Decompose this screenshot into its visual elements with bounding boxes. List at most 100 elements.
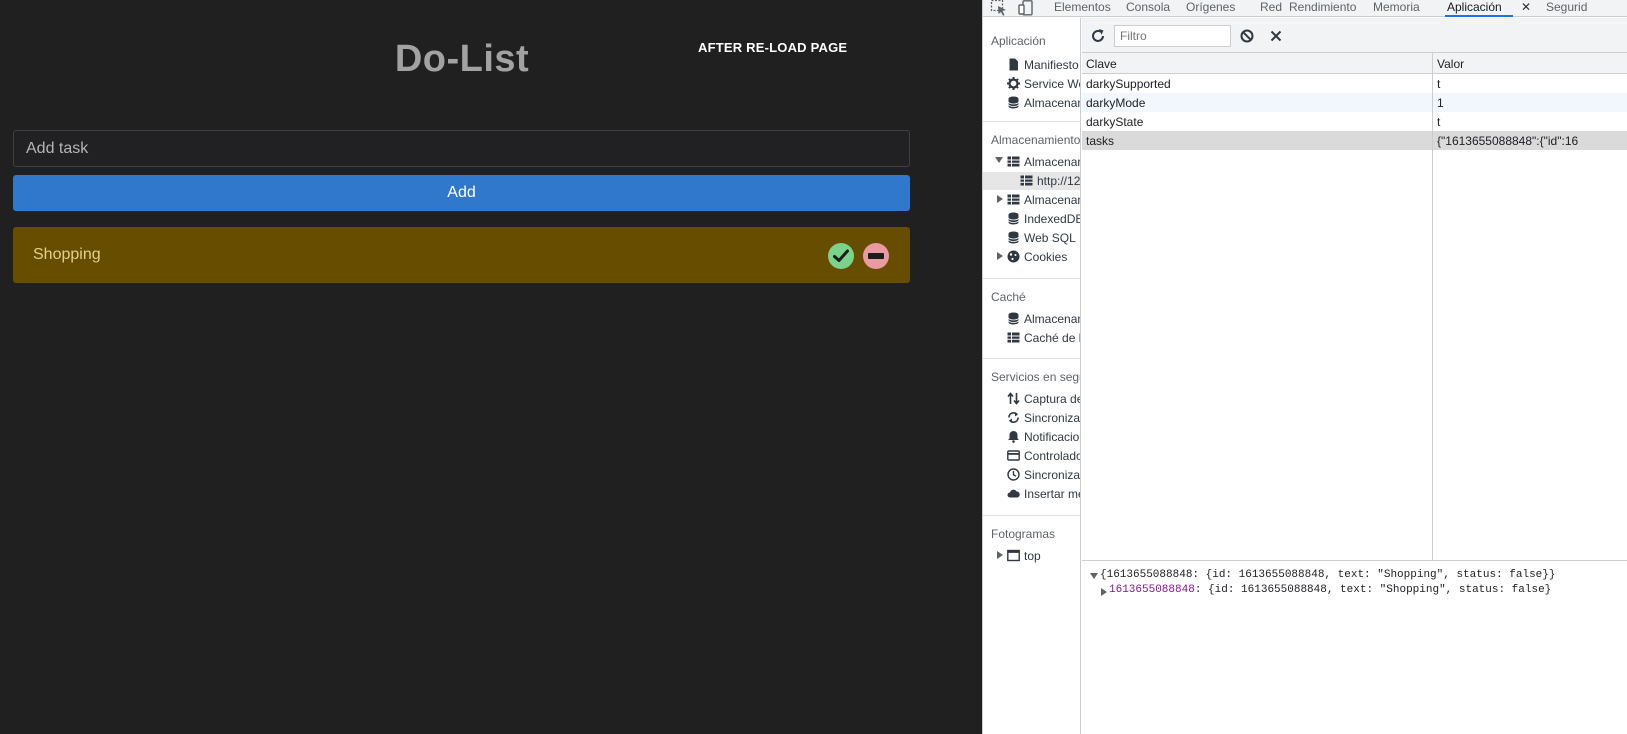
sidebar-item-frame-top[interactable]: top (983, 547, 1080, 565)
section-aplicacion: Aplicación (991, 34, 1046, 48)
add-task-button[interactable]: Add (13, 175, 910, 211)
tab-rendimiento[interactable]: Rendimiento (1289, 0, 1356, 15)
sidebar-divider (983, 278, 1080, 279)
database-icon (1008, 312, 1019, 325)
devtools-panel: Elementos Consola Orígenes Red Rendimien… (982, 0, 1627, 734)
device-toolbar-icon[interactable] (1018, 0, 1036, 16)
column-divider[interactable] (1432, 53, 1433, 561)
clock-icon (1007, 468, 1020, 481)
sidebar-item-periodic-sync[interactable]: Sincronizac (983, 466, 1080, 484)
tab-seguridad[interactable]: Segurid (1546, 0, 1587, 15)
refresh-icon[interactable] (1090, 28, 1106, 44)
expanded-arrow-icon[interactable] (995, 157, 1003, 163)
delete-selected-icon[interactable] (1268, 28, 1284, 44)
value-preview: {1613655088848: {id: 1613655088848, text… (1082, 561, 1627, 734)
cell-value: {"1613655088848":{"id":16 (1437, 134, 1579, 148)
section-almacenamiento: Almacenamiento (991, 133, 1081, 147)
collapsed-arrow-icon[interactable] (997, 195, 1003, 203)
collapsed-arrow-icon[interactable] (1101, 588, 1107, 596)
sidebar-item-payment-handler[interactable]: Controlado (983, 447, 1080, 465)
table-row[interactable]: darkyMode 1 (1082, 93, 1627, 112)
preview-root-line[interactable]: {1613655088848: {id: 1613655088848, text… (1090, 569, 1555, 581)
sidebar-item-app-cache[interactable]: Caché de la (983, 329, 1080, 347)
sidebar-divider (983, 515, 1080, 516)
cell-key: darkyState (1086, 115, 1144, 129)
preview-root-text: {1613655088848: {id: 1613655088848, text… (1100, 569, 1556, 581)
section-frames: Fotogramas (991, 527, 1056, 541)
tab-aplicacion[interactable]: Aplicación (1447, 0, 1502, 15)
sidebar-item-origin[interactable]: http://12 (983, 172, 1080, 190)
todo-app: Do-List AFTER RE-LOAD PAGE Add Shopping (0, 0, 982, 734)
expanded-arrow-icon[interactable] (1090, 573, 1098, 579)
clear-all-icon[interactable] (1239, 28, 1255, 44)
sidebar-item-notifications[interactable]: Notificacio (983, 428, 1080, 446)
inspect-element-icon[interactable] (990, 0, 1008, 16)
reload-note: AFTER RE-LOAD PAGE (698, 40, 848, 55)
sidebar-item-service-workers[interactable]: Service Wo (983, 75, 1080, 93)
section-cache: Caché (991, 290, 1026, 304)
tab-memoria[interactable]: Memoria (1373, 0, 1420, 15)
table-row[interactable]: darkyState t (1082, 112, 1627, 131)
table-grid-icon (1020, 175, 1033, 186)
sidebar-divider (983, 358, 1080, 359)
sidebar-item-storage[interactable]: Almacenam (983, 94, 1080, 112)
sidebar-item-cookies[interactable]: Cookies (983, 248, 1080, 266)
tab-consola[interactable]: Consola (1126, 0, 1170, 15)
credit-card-icon (1007, 450, 1020, 461)
collapsed-arrow-icon[interactable] (997, 252, 1003, 260)
sidebar-item-background-sync[interactable]: Sincronizac (983, 409, 1080, 427)
storage-main-pane: Clave Valor darkySupported t darkyMode 1… (1082, 18, 1627, 734)
sidebar-item-background-fetch[interactable]: Captura de (983, 390, 1080, 408)
column-header-key[interactable]: Clave (1086, 57, 1117, 71)
table-row-selected[interactable]: tasks {"1613655088848":{"id":16 (1082, 131, 1627, 150)
add-task-input[interactable] (13, 130, 910, 167)
preview-child-line[interactable]: 1613655088848: {id: 1613655088848, text:… (1101, 584, 1551, 596)
close-tab-icon[interactable]: ✕ (1521, 0, 1531, 14)
minus-icon (868, 253, 884, 259)
database-icon (1008, 96, 1019, 109)
sidebar-divider (983, 121, 1080, 122)
column-header-value[interactable]: Valor (1437, 57, 1464, 71)
complete-task-button[interactable] (828, 243, 854, 269)
check-icon (833, 249, 849, 262)
storage-toolbar (1082, 18, 1627, 53)
sidebar-item-local-storage[interactable]: Almacenam (983, 153, 1080, 171)
storage-table: Clave Valor darkySupported t darkyMode 1… (1082, 53, 1627, 561)
bell-icon (1008, 431, 1019, 443)
sidebar-item-manifest[interactable]: Manifiesto (983, 56, 1080, 74)
tab-origenes[interactable]: Orígenes (1186, 0, 1235, 15)
table-row[interactable]: darkySupported t (1082, 74, 1627, 93)
window-frame-icon (1007, 549, 1020, 562)
section-background-services: Servicios en segu (991, 370, 1081, 384)
up-down-arrows-icon (1007, 392, 1020, 405)
sidebar-item-web-sql[interactable]: Web SQL (983, 229, 1080, 247)
cell-value: t (1437, 115, 1441, 129)
remove-task-button[interactable] (863, 243, 889, 269)
application-sidebar: Aplicación Manifiesto Service Wo Almacen… (983, 18, 1081, 734)
filter-input[interactable] (1114, 25, 1231, 47)
sidebar-item-session-storage[interactable]: Almacenam (983, 191, 1080, 209)
sidebar-item-cache-storage[interactable]: Almacenam (983, 310, 1080, 328)
database-icon (1008, 231, 1019, 244)
file-icon (1009, 58, 1018, 71)
task-text: Shopping (33, 246, 101, 263)
task-item: Shopping (13, 227, 910, 283)
sidebar-item-push-messaging[interactable]: Insertar me (983, 485, 1080, 503)
devtools-tabbar: Elementos Consola Orígenes Red Rendimien… (983, 0, 1627, 17)
table-grid-icon (1007, 156, 1020, 167)
cell-key: darkySupported (1086, 77, 1171, 91)
collapsed-arrow-icon[interactable] (997, 551, 1003, 559)
table-grid-icon (1007, 194, 1020, 205)
cell-value: t (1437, 77, 1441, 91)
tab-red[interactable]: Red (1260, 0, 1282, 15)
sidebar-item-indexeddb[interactable]: IndexedDB (983, 210, 1080, 228)
table-grid-icon (1007, 332, 1020, 343)
preview-child-key: 1613655088848 (1109, 584, 1195, 596)
cell-key: darkyMode (1086, 96, 1146, 110)
sync-icon (1008, 412, 1019, 423)
gear-icon (1007, 77, 1020, 90)
cell-value: 1 (1437, 96, 1444, 110)
preview-child-text: : {id: 1613655088848, text: "Shopping", … (1194, 584, 1552, 596)
tab-elementos[interactable]: Elementos (1054, 0, 1111, 15)
cookie-icon (1007, 250, 1020, 263)
